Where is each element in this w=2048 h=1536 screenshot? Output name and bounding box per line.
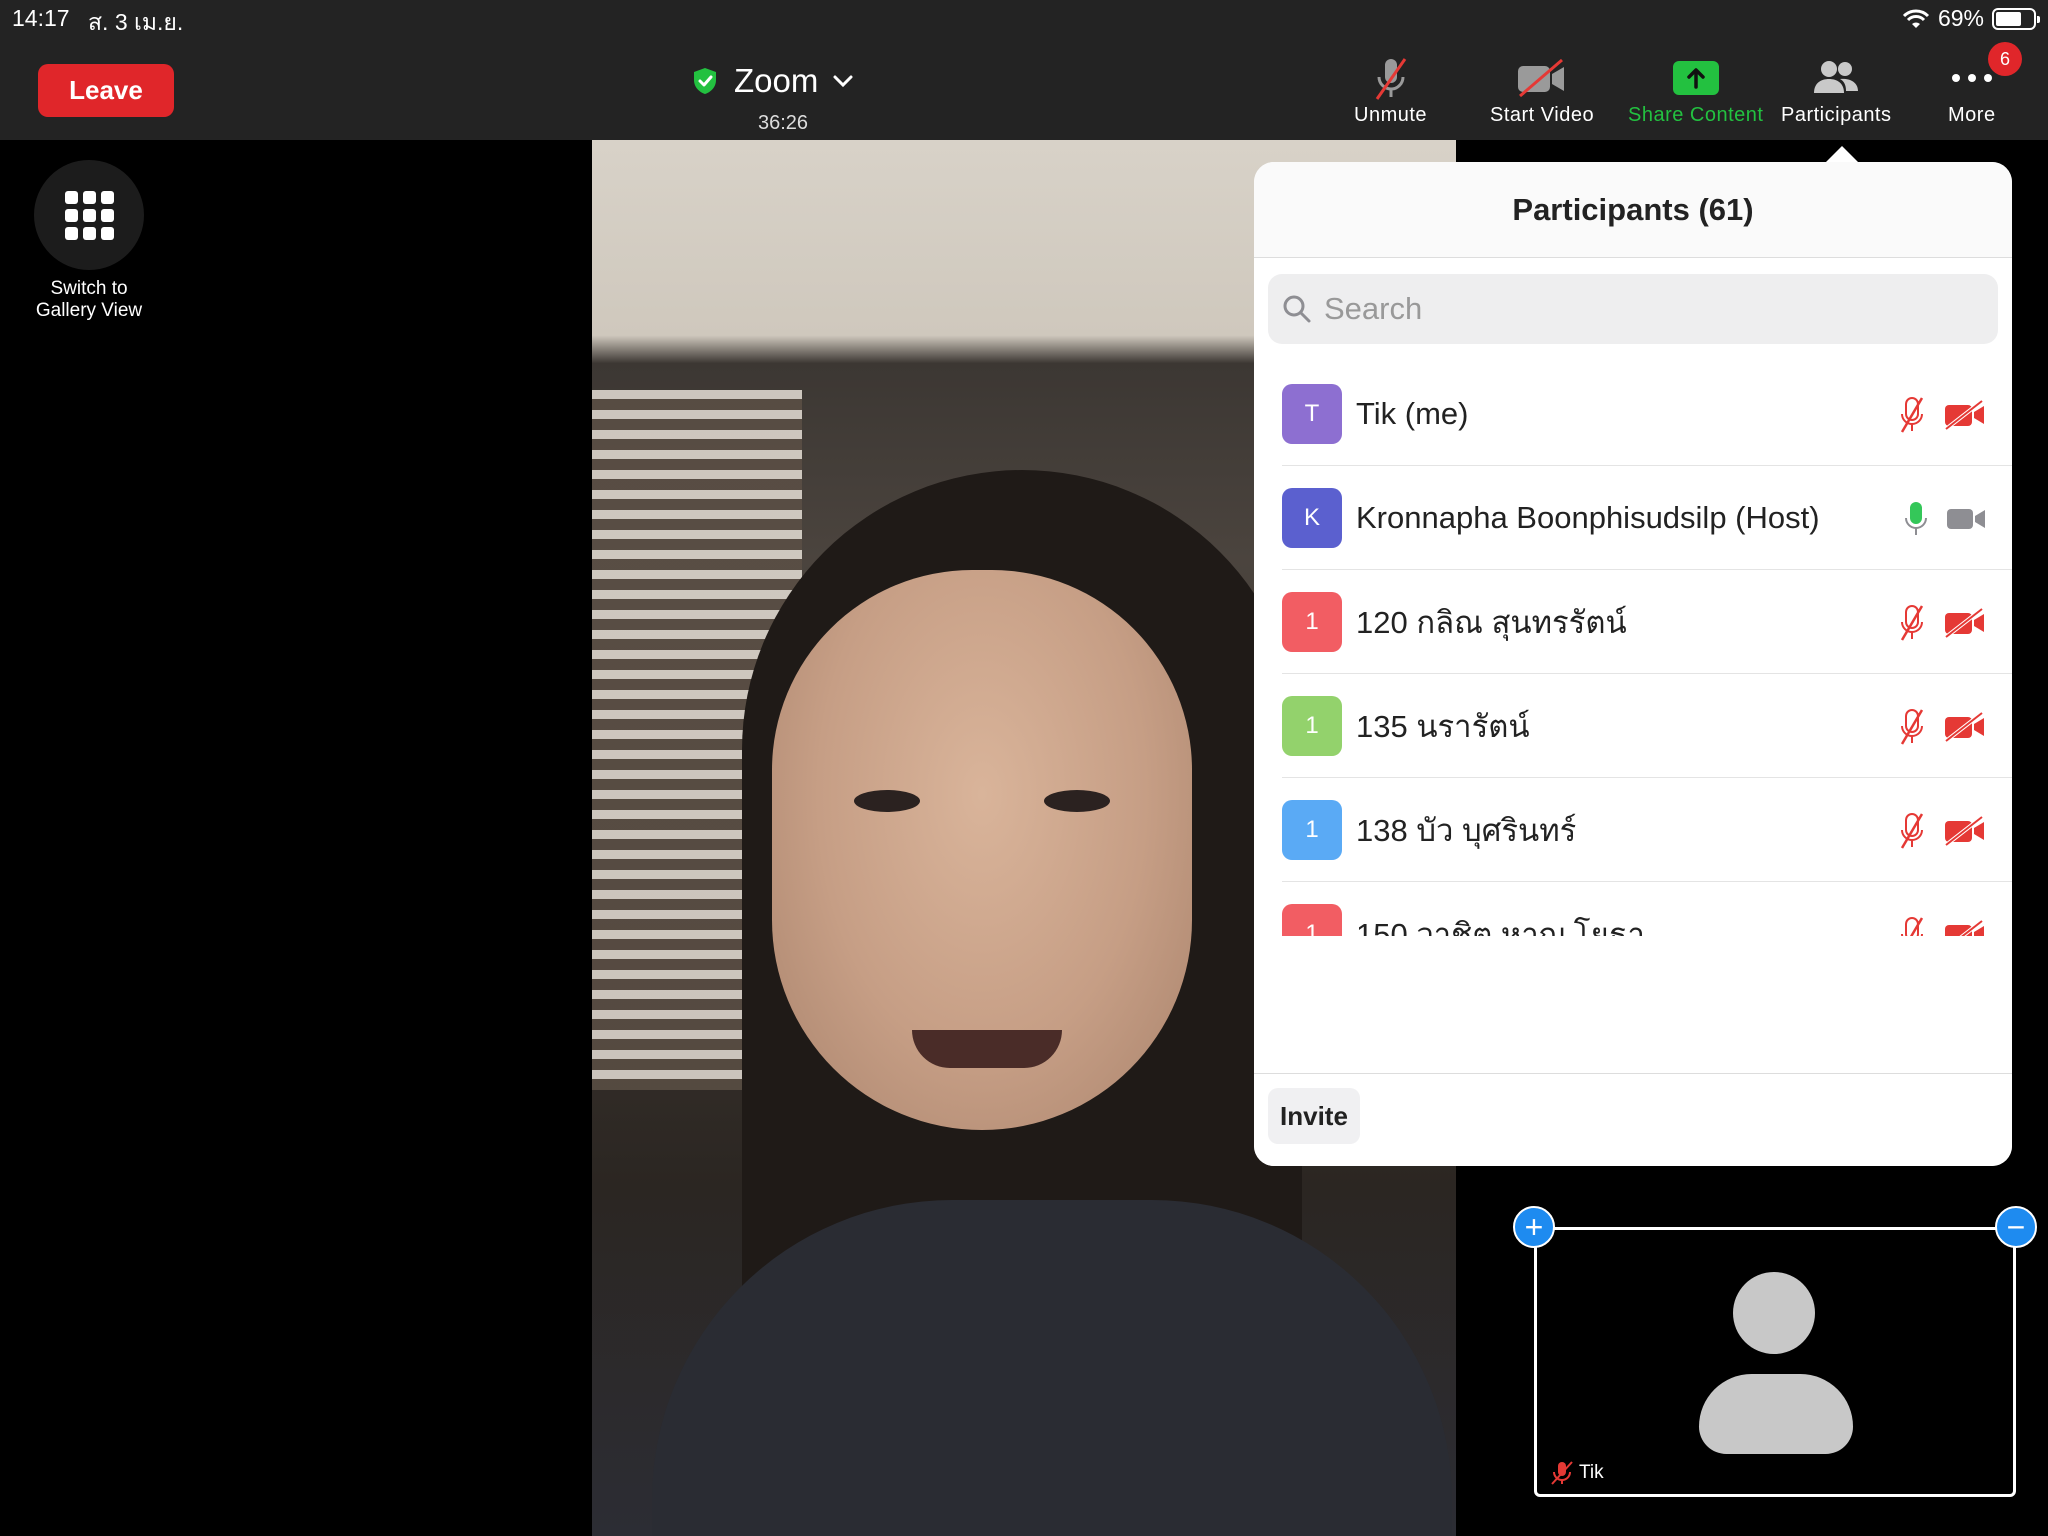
self-view[interactable]: Tik — [1534, 1227, 2016, 1497]
share-content-label: Share Content — [1628, 104, 1764, 126]
expand-self-view-button[interactable]: + — [1513, 1206, 1555, 1248]
participant-name: 120 กลิณ สุนทรรัตน์ — [1356, 605, 1627, 640]
mic-muted-icon — [1898, 708, 1926, 751]
share-arrow-icon — [1672, 61, 1719, 95]
meeting-title[interactable]: Zoom — [690, 62, 854, 100]
participants-footer: Invite — [1254, 1073, 2012, 1166]
start-video-label: Start Video — [1490, 104, 1595, 126]
self-avatar-head — [1733, 1272, 1815, 1354]
participant-status — [1898, 396, 1986, 439]
invite-button[interactable]: Invite — [1268, 1088, 1360, 1144]
mic-muted-icon — [1898, 396, 1926, 439]
switch-label-line2: Gallery View — [35, 300, 143, 321]
participants-panel: Participants (61) T Tik (me) K Kronnapha Bo… — [1254, 162, 2012, 1166]
speaker-eye-right — [1044, 790, 1110, 812]
mic-muted-icon — [1551, 1461, 1573, 1485]
participant-status — [1898, 812, 1986, 855]
battery-icon — [1992, 7, 2040, 30]
meeting-name: Zoom — [734, 62, 819, 99]
participant-avatar: 1 — [1282, 696, 1342, 756]
mic-muted-icon — [1898, 812, 1926, 855]
self-avatar-body — [1699, 1374, 1853, 1454]
unmute-label: Unmute — [1354, 104, 1428, 126]
participant-name: 135 นรารัตน์ — [1356, 709, 1530, 744]
status-bar: 14:17 ส. 3 เม.ย. 69% — [0, 0, 2048, 36]
video-icon — [1946, 506, 1986, 537]
participant-avatar: 1 — [1282, 592, 1342, 652]
participant-name: Kronnapha Boonphisudsilp (Host) — [1356, 500, 1820, 535]
participant-name: 138 บัว บุศรินทร์ — [1356, 813, 1577, 848]
status-right: 69% — [1902, 5, 2040, 32]
switch-label-line1: Switch to — [50, 278, 128, 299]
participants-label: Participants — [1781, 104, 1892, 126]
meeting-timer: 36:26 — [758, 112, 809, 134]
collapse-self-view-button[interactable]: − — [1995, 1206, 2037, 1248]
participant-status — [1904, 500, 1986, 543]
participant-avatar: 1 — [1282, 904, 1342, 936]
speaker-mouth — [912, 1030, 1062, 1068]
grid-icon — [64, 190, 114, 240]
mic-muted-icon — [1898, 916, 1926, 936]
participant-row[interactable]: 1 120 กลิณ สุนทรรัตน์ — [1254, 570, 2012, 674]
share-content-button[interactable]: Share Content — [1628, 52, 1763, 127]
participants-button[interactable]: Participants — [1781, 52, 1892, 127]
participants-title: Participants (61) — [1254, 162, 2012, 258]
participant-row[interactable]: T Tik (me) — [1254, 362, 2012, 466]
battery-percent: 69% — [1937, 5, 1984, 31]
status-date: ส. 3 เม.ย. — [88, 9, 184, 35]
participant-row[interactable]: K Kronnapha Boonphisudsilp (Host) — [1254, 466, 2012, 570]
participant-avatar: T — [1282, 384, 1342, 444]
switch-gallery-button[interactable] — [34, 160, 144, 270]
notification-badge: 6 — [1988, 42, 2022, 76]
video-off-icon — [1944, 399, 1986, 435]
participants-search[interactable] — [1268, 274, 1998, 344]
shield-check-icon — [694, 68, 716, 94]
search-input[interactable] — [1324, 291, 1924, 327]
participant-status — [1898, 604, 1986, 647]
participant-row[interactable]: 1 150 วาชิต หาญ โยธา — [1254, 882, 2012, 936]
participant-status — [1898, 708, 1986, 751]
participant-row[interactable]: 1 138 บัว บุศรินทร์ — [1254, 778, 2012, 882]
more-dots-icon — [1951, 74, 1992, 82]
self-name: Tik — [1579, 1462, 1604, 1483]
participant-status — [1898, 916, 1986, 936]
more-label: More — [1948, 104, 1996, 126]
mic-muted-icon — [1898, 604, 1926, 647]
video-off-icon — [1944, 919, 1986, 936]
unmute-button[interactable]: Unmute — [1354, 52, 1427, 127]
participants-list: T Tik (me) K Kronnapha Boonphisudsilp (Host… — [1254, 362, 2012, 936]
video-off-icon — [1944, 711, 1986, 747]
mic-muted-icon — [1375, 58, 1406, 100]
video-off-icon — [1518, 58, 1565, 98]
wifi-icon — [1902, 9, 1930, 28]
search-icon — [1283, 295, 1311, 323]
chevron-down-icon — [833, 75, 853, 88]
start-video-button[interactable]: Start Video — [1490, 52, 1594, 127]
participant-avatar: K — [1282, 488, 1342, 548]
mic-icon — [1904, 500, 1928, 543]
participant-name: Tik (me) — [1356, 396, 1469, 431]
battery-level — [1996, 11, 2021, 26]
participant-name: 150 วาชิต หาญ โยธา — [1356, 917, 1645, 936]
participant-avatar: 1 — [1282, 800, 1342, 860]
video-off-icon — [1944, 607, 1986, 643]
leave-button[interactable]: Leave — [38, 64, 174, 117]
status-time: 14:17 — [12, 5, 70, 31]
self-name-tag: Tik — [1549, 1460, 1604, 1486]
participants-icon — [1814, 61, 1859, 93]
speaker-eye-left — [854, 790, 920, 812]
switch-gallery-label: Switch to Gallery View — [20, 278, 158, 322]
participant-row[interactable]: 1 135 นรารัตน์ — [1254, 674, 2012, 778]
video-off-icon — [1944, 815, 1986, 851]
